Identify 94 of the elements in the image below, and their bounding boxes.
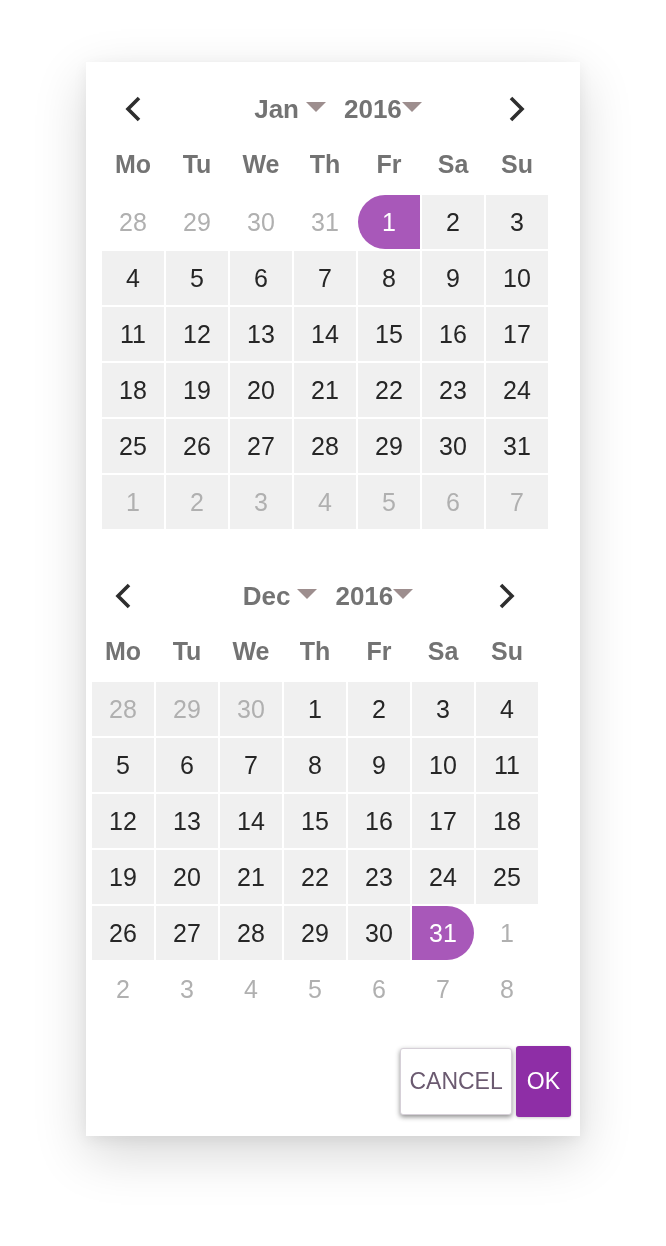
weekday-label: We (242, 150, 280, 179)
calendar-day[interactable]: 30 (422, 419, 484, 473)
month-dropdown[interactable]: Dec (242, 581, 318, 611)
calendar-day[interactable]: 31 (486, 419, 548, 473)
calendar-day[interactable]: 2 (348, 682, 410, 736)
caret-down-icon (297, 589, 318, 599)
calendar-day[interactable]: 28 (294, 419, 356, 473)
chevron-left-icon (114, 583, 132, 609)
calendar-day[interactable]: 8 (358, 251, 420, 305)
chevron-left-icon (124, 96, 142, 122)
calendar-day[interactable]: 27 (230, 419, 292, 473)
calendar-day[interactable]: 16 (348, 794, 410, 848)
calendar-day[interactable]: 10 (412, 738, 474, 792)
cancel-button[interactable]: CANCEL (400, 1048, 512, 1115)
calendar-day[interactable]: 11 (476, 738, 538, 792)
weekday-label: Su (491, 637, 523, 666)
calendar-day[interactable]: 29 (284, 906, 346, 960)
calendar-day[interactable]: 28 (220, 906, 282, 960)
chevron-right-icon (508, 96, 526, 122)
calendar-day[interactable]: 14 (220, 794, 282, 848)
caret-down-icon (401, 102, 422, 112)
month-dropdown[interactable]: Jan (254, 94, 326, 124)
weekday-label: Su (501, 150, 533, 179)
previous-month-button[interactable] (124, 96, 142, 122)
calendar-day[interactable]: 25 (102, 419, 164, 473)
calendar-day[interactable]: 19 (92, 850, 154, 904)
calendar-day[interactable]: 7 (220, 738, 282, 792)
calendar-day[interactable]: 24 (486, 363, 548, 417)
calendar-day[interactable]: 30 (348, 906, 410, 960)
year-dropdown[interactable]: 2016 (335, 581, 414, 611)
calendar-day[interactable]: 26 (92, 906, 154, 960)
calendar-day[interactable]: 12 (92, 794, 154, 848)
weekday-label: Sa (427, 637, 459, 666)
weekday-label: Fr (366, 637, 392, 666)
calendar-day[interactable]: 20 (230, 363, 292, 417)
calendar-day[interactable]: 8 (284, 738, 346, 792)
calendar-day[interactable]: 17 (412, 794, 474, 848)
calendar-day[interactable]: 7 (294, 251, 356, 305)
calendar-day[interactable]: 5 (166, 251, 228, 305)
calendar-day[interactable]: 19 (166, 363, 228, 417)
weekday-label: Th (309, 150, 341, 179)
weekday-label: Sa (437, 150, 469, 179)
chevron-right-icon (498, 583, 516, 609)
calendar-day[interactable]: 9 (348, 738, 410, 792)
calendar-day[interactable]: 29 (358, 419, 420, 473)
calendar-day[interactable]: 4 (476, 682, 538, 736)
calendar-day[interactable]: 18 (476, 794, 538, 848)
calendar-day[interactable]: 3 (486, 195, 548, 249)
calendar-day[interactable]: 1 (284, 682, 346, 736)
calendar-day[interactable]: 10 (486, 251, 548, 305)
calendar-day[interactable]: 21 (294, 363, 356, 417)
calendar-day[interactable]: 22 (284, 850, 346, 904)
caret-down-icon (306, 102, 326, 112)
calendar-day[interactable]: 3 (412, 682, 474, 736)
calendar-day[interactable]: 13 (230, 307, 292, 361)
next-month-button[interactable] (508, 96, 526, 122)
calendar-day[interactable]: 23 (422, 363, 484, 417)
calendar-day[interactable]: 13 (156, 794, 218, 848)
calendar-day[interactable]: 26 (166, 419, 228, 473)
calendar-day[interactable]: 11 (102, 307, 164, 361)
weekday-label: Mo (114, 150, 152, 179)
weekday-label: Th (299, 637, 331, 666)
calendar-day[interactable]: 15 (358, 307, 420, 361)
calendar-day[interactable]: 9 (422, 251, 484, 305)
caret-down-icon (393, 589, 414, 599)
calendar-day[interactable]: 31 (412, 906, 474, 960)
calendar-day[interactable]: 22 (358, 363, 420, 417)
ok-button[interactable]: OK (515, 1046, 571, 1117)
calendar-day[interactable]: 18 (102, 363, 164, 417)
calendar-day[interactable]: 2 (422, 195, 484, 249)
calendar-day[interactable]: 24 (412, 850, 474, 904)
calendar-day[interactable]: 15 (284, 794, 346, 848)
calendar-day[interactable]: 17 (486, 307, 548, 361)
weekday-label: We (232, 637, 270, 666)
calendar-day[interactable]: 14 (294, 307, 356, 361)
previous-month-button[interactable] (114, 583, 132, 609)
calendar-day[interactable]: 6 (156, 738, 218, 792)
weekday-label: Mo (104, 637, 142, 666)
calendar-day[interactable]: 5 (92, 738, 154, 792)
calendar-day[interactable]: 20 (156, 850, 218, 904)
calendar-day[interactable]: 1 (358, 195, 420, 249)
calendar-day[interactable]: 16 (422, 307, 484, 361)
calendar-day[interactable]: 6 (230, 251, 292, 305)
next-month-button[interactable] (498, 583, 516, 609)
calendar-day[interactable]: 25 (476, 850, 538, 904)
calendar-day[interactable]: 4 (102, 251, 164, 305)
year-dropdown[interactable]: 2016 (344, 94, 422, 124)
weekday-label: Tu (182, 150, 212, 179)
calendar-day[interactable]: 12 (166, 307, 228, 361)
weekday-label: Fr (376, 150, 402, 179)
calendar-day[interactable]: 27 (156, 906, 218, 960)
weekday-label: Tu (172, 637, 202, 666)
calendar-day[interactable]: 23 (348, 850, 410, 904)
calendar-day[interactable]: 21 (220, 850, 282, 904)
